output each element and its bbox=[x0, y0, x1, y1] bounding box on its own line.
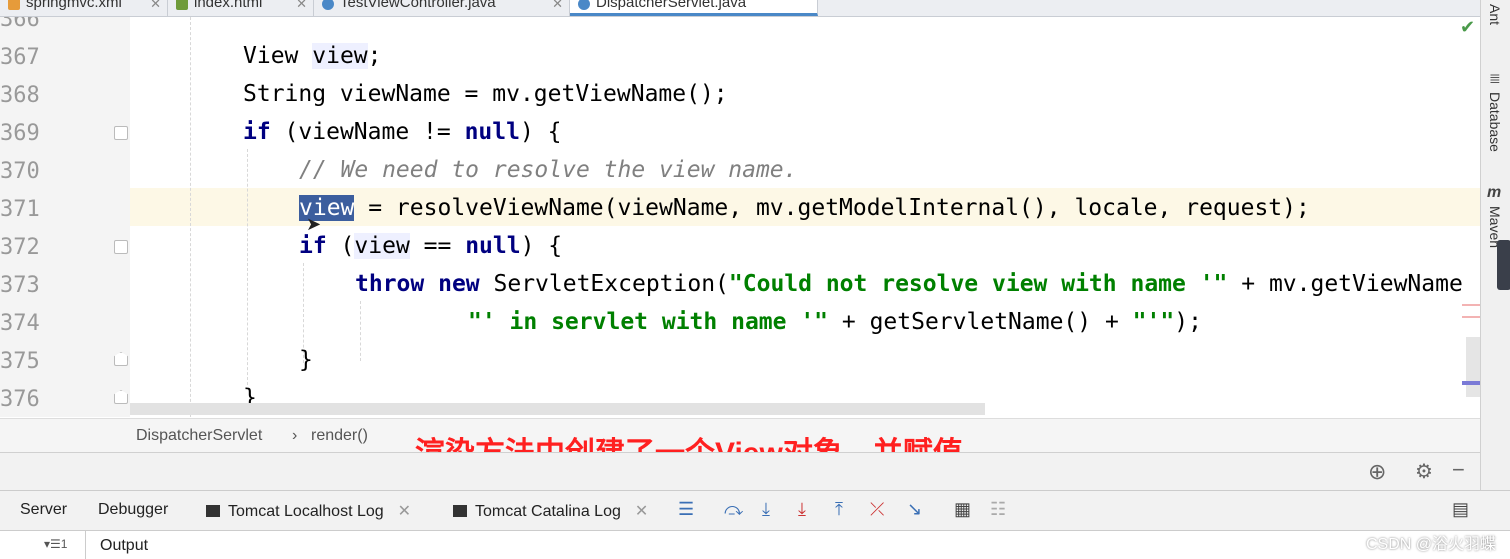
code-line-373: throw new ServletException("Could not re… bbox=[355, 271, 1463, 297]
tab-testviewcontroller[interactable]: TestViewController.java ✕ bbox=[314, 0, 570, 16]
code-line-371: view = resolveViewName(viewName, mv.getM… bbox=[299, 195, 1310, 221]
close-icon[interactable]: ✕ bbox=[398, 503, 411, 520]
step-into-icon[interactable]: ⤓ bbox=[762, 499, 770, 520]
output-panel: ▾☰1 Output bbox=[0, 530, 1510, 559]
tab-debugger[interactable]: Debugger bbox=[98, 501, 168, 519]
minimize-icon[interactable]: − bbox=[1452, 457, 1465, 483]
right-tool-strip: Ant ≣ Database m Maven bbox=[1480, 0, 1510, 490]
output-label[interactable]: Output bbox=[100, 537, 148, 555]
code-line-368: String viewName = mv.getViewName(); bbox=[243, 81, 728, 107]
mouse-cursor-icon: ➤ bbox=[306, 214, 322, 234]
indent-guide bbox=[190, 17, 191, 417]
line-number: 369 bbox=[0, 121, 40, 146]
breadcrumb-method[interactable]: render() bbox=[311, 427, 368, 445]
line-number: 372 bbox=[0, 235, 40, 260]
database-tool-button[interactable]: Database bbox=[1487, 92, 1503, 152]
tab-index-html[interactable]: index.html ✕ bbox=[168, 0, 314, 16]
step-out-icon[interactable]: ⤒ bbox=[835, 499, 843, 520]
fold-end-icon[interactable] bbox=[114, 390, 128, 404]
database-icon: ≣ bbox=[1489, 70, 1501, 86]
fold-marker-icon[interactable] bbox=[114, 126, 128, 140]
indent-guide bbox=[360, 301, 361, 361]
run-to-cursor-icon[interactable]: ↘ bbox=[907, 499, 922, 520]
line-number: 373 bbox=[0, 273, 40, 298]
line-number: 366 bbox=[0, 17, 40, 32]
vertical-scrollbar[interactable] bbox=[1466, 337, 1480, 397]
code-editor[interactable]: 366 367 368 369 370 371 372 373 374 375 … bbox=[0, 17, 1480, 417]
tab-server[interactable]: Server bbox=[20, 501, 67, 519]
fold-end-icon[interactable] bbox=[114, 352, 128, 366]
line-gutter: 366 367 368 369 370 371 372 373 374 375 … bbox=[0, 17, 130, 417]
horizontal-scrollbar[interactable] bbox=[130, 403, 985, 415]
editor-tab-bar: springmvc.xml ✕ index.html ✕ TestViewCon… bbox=[0, 0, 1480, 17]
line-number: 370 bbox=[0, 159, 40, 184]
xml-file-icon bbox=[8, 0, 20, 10]
tab-tomcat-localhost-log[interactable]: Tomcat Localhost Log ✕ bbox=[206, 501, 411, 521]
line-number: 376 bbox=[0, 387, 40, 412]
error-stripe-marker[interactable] bbox=[1462, 316, 1480, 318]
scroll-thumb[interactable] bbox=[1497, 240, 1510, 290]
menu-icon[interactable]: ☰ bbox=[678, 499, 694, 520]
html-file-icon bbox=[176, 0, 188, 10]
tab-springmvc-xml[interactable]: springmvc.xml ✕ bbox=[0, 0, 168, 16]
code-line-374: "' in servlet with name '" + getServletN… bbox=[468, 309, 1202, 335]
code-line-370: // We need to resolve the view name. bbox=[299, 157, 798, 183]
line-number: 374 bbox=[0, 311, 40, 336]
code-line-375: } bbox=[299, 347, 313, 373]
divider bbox=[85, 531, 86, 559]
ant-tool-button[interactable]: Ant bbox=[1487, 4, 1503, 25]
drop-frame-icon[interactable]: ⤫ bbox=[870, 499, 884, 520]
debug-toolbar: Server Debugger Tomcat Localhost Log ✕ To… bbox=[0, 490, 1510, 531]
line-number: 371 bbox=[0, 197, 40, 222]
usage-stripe-marker[interactable] bbox=[1462, 381, 1480, 385]
java-class-icon bbox=[322, 0, 334, 10]
thread-selector-icon[interactable]: ▾☰1 bbox=[44, 537, 67, 551]
log-icon bbox=[453, 505, 467, 517]
close-icon[interactable]: ✕ bbox=[296, 0, 307, 12]
close-icon[interactable]: ✕ bbox=[552, 0, 563, 12]
gear-icon[interactable]: ⚙ bbox=[1415, 459, 1433, 484]
fold-marker-icon[interactable] bbox=[114, 240, 128, 254]
breadcrumb-class[interactable]: DispatcherServlet bbox=[136, 427, 262, 445]
check-icon: ✔ bbox=[1460, 17, 1476, 37]
step-over-icon[interactable]: ⤼ bbox=[724, 499, 743, 520]
code-line-369: if (viewName != null) { bbox=[243, 119, 562, 145]
target-icon[interactable]: ⊕ bbox=[1368, 459, 1386, 485]
evaluate-icon[interactable]: ▦ bbox=[954, 499, 971, 520]
line-number: 375 bbox=[0, 349, 40, 374]
tab-tomcat-catalina-log[interactable]: Tomcat Catalina Log ✕ bbox=[453, 501, 648, 521]
line-number: 368 bbox=[0, 83, 40, 108]
layout-icon[interactable]: ▤ bbox=[1452, 499, 1469, 520]
error-stripe-marker[interactable] bbox=[1462, 304, 1480, 306]
services-header: ⊕ ⚙ − bbox=[0, 452, 1480, 491]
tab-dispatcherservlet[interactable]: DispatcherServlet.java bbox=[570, 0, 818, 16]
log-icon bbox=[206, 505, 220, 517]
watermark: CSDN @浴火羽蝶 bbox=[1365, 536, 1496, 553]
line-number: 367 bbox=[0, 45, 40, 70]
trace-icon[interactable]: ☷ bbox=[990, 499, 1006, 520]
code-line-372: if (view == null) { bbox=[299, 233, 563, 259]
close-icon[interactable]: ✕ bbox=[150, 0, 161, 12]
force-step-into-icon[interactable]: ⤓ bbox=[798, 499, 806, 520]
code-line-367: View view; bbox=[243, 43, 382, 69]
breadcrumb-separator: › bbox=[292, 427, 298, 444]
close-icon[interactable]: ✕ bbox=[635, 503, 648, 520]
maven-icon: m bbox=[1487, 184, 1502, 201]
java-class-icon bbox=[578, 0, 590, 10]
indent-guide bbox=[247, 149, 248, 385]
